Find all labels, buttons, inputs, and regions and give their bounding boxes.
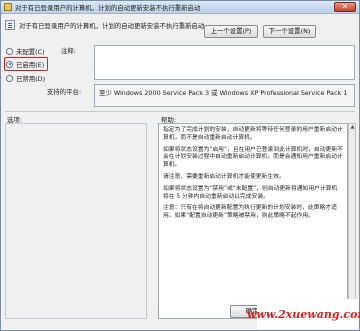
radio-not-configured[interactable]: 未配置(C) — [6, 46, 45, 56]
scroll-up-icon[interactable]: ▲ — [350, 125, 355, 130]
help-paragraph: 如果将状态设置为“启用”，且在用户已登录到此计算机时，自动更新不会在计划安装过程… — [163, 146, 343, 169]
setting-title: 对于有已登录用户的计算机，计划的自动更新安装不执行重新启动 — [19, 22, 205, 30]
radio-button-icon[interactable] — [6, 74, 13, 82]
help-paragraph: 指定为了完成计划的安装，自动更新将等待任何登录的用户重新启动计算机，而不是自动重… — [163, 127, 343, 141]
help-scrollbar[interactable]: ▲ ▼ — [348, 123, 356, 319]
title-bar: 对于有已登录用户的计算机，计划的自动更新安装不执行重新启动 ✕ — [1, 1, 359, 14]
help-paragraph: 如果将状态设置为“禁用”或“未配置”，则自动更新将通知用户计算机将在 5 分钟内… — [163, 185, 338, 200]
site-watermark: www.2xuewang.com — [247, 299, 360, 329]
close-button[interactable]: ✕ — [334, 2, 356, 12]
help-pane: 指定为了完成计划的安装，自动更新将等待任何登录的用户重新启动计算机，而不是自动重… — [158, 123, 348, 319]
supported-platforms-field: 至少 Windows 2000 Service Pack 3 或 Windows… — [94, 84, 355, 107]
radio-button-icon[interactable] — [6, 47, 13, 55]
radio-label: 已启用(E) — [16, 60, 45, 69]
previous-setting-button[interactable]: 上一个设置(P) — [204, 25, 258, 38]
divider — [5, 111, 355, 112]
help-paragraph: 请注意，需要重新启动计算机才能使更新生效。 — [163, 173, 285, 180]
next-setting-button[interactable]: 下一个设置(N) — [263, 25, 316, 38]
comment-input[interactable] — [94, 45, 355, 80]
radio-disabled[interactable]: 已禁用(D) — [6, 73, 45, 83]
policy-setting-window: 对于有已登录用户的计算机，计划的自动更新安装不执行重新启动 ✕ 对于有已登录用户… — [0, 0, 360, 331]
radio-label: 已禁用(D) — [16, 74, 46, 83]
setting-icon — [5, 20, 15, 30]
window-title: 对于有已登录用户的计算机，计划的自动更新安装不执行重新启动 — [15, 4, 201, 12]
radio-enabled[interactable]: 已启用(E) — [6, 59, 44, 69]
radio-button-icon[interactable] — [6, 60, 13, 68]
policy-icon — [4, 3, 12, 11]
comment-label: 注释: — [61, 47, 76, 55]
radio-label: 未配置(C) — [16, 47, 45, 56]
options-pane — [5, 123, 147, 319]
help-paragraph: 注意：只有在将自动更新配置为执行更新的计划安装时，此策略才适用。如果“配置自动更… — [163, 205, 337, 220]
supported-platforms-label: 支持的平台: — [47, 88, 82, 96]
